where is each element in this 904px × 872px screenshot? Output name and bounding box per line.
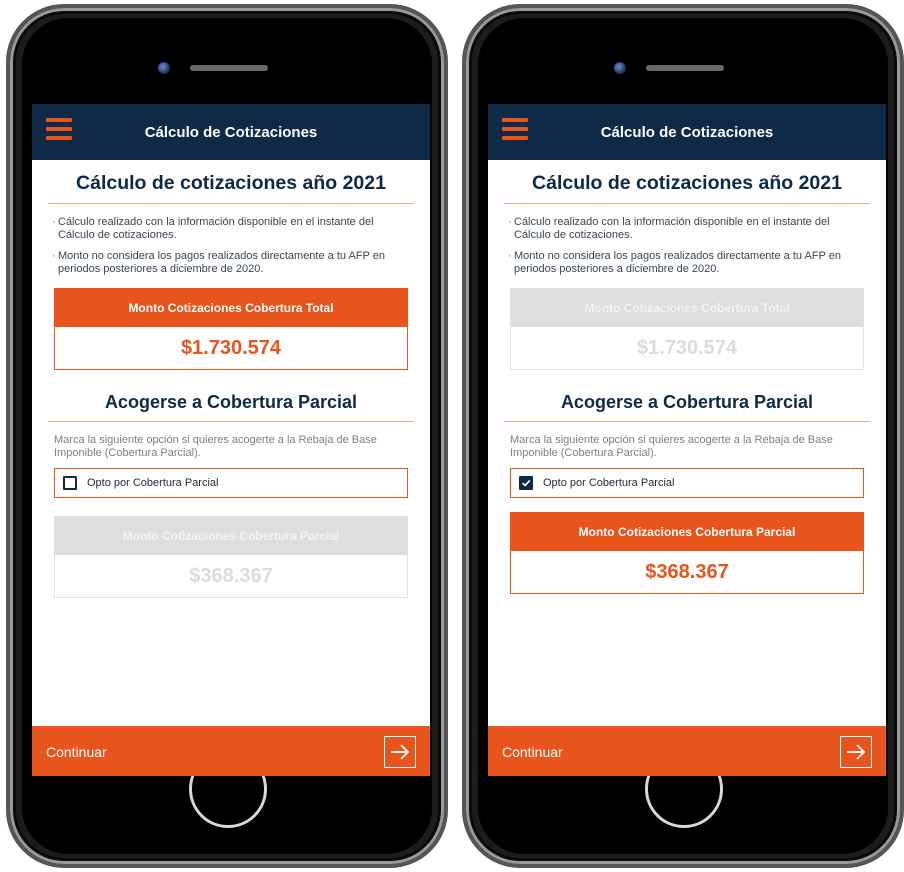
notes-list: · Cálculo realizado con la información di… bbox=[508, 216, 864, 276]
partial-heading: Acogerse a Cobertura Parcial bbox=[48, 370, 414, 422]
partial-coverage-option-label: Opto por Cobertura Parcial bbox=[543, 477, 675, 489]
arrow-right-icon bbox=[391, 744, 410, 760]
note-text: Monto no considera los pagos realizados … bbox=[514, 250, 841, 275]
app-bar: Cálculo de Cotizaciones bbox=[488, 104, 886, 160]
total-amount-value: $1.730.574 bbox=[55, 327, 407, 369]
partial-description: Marca la siguiente opción si quieres aco… bbox=[54, 434, 377, 459]
note-text: Cálculo realizado con la información dis… bbox=[58, 216, 374, 241]
page-title: Cálculo de cotizaciones año 2021 bbox=[48, 160, 414, 204]
speaker-icon bbox=[646, 65, 724, 71]
partial-amount-label: Monto Cotizaciones Cobertura Parcial bbox=[511, 513, 863, 551]
next-arrow-button[interactable] bbox=[840, 736, 872, 768]
page-title: Cálculo de cotizaciones año 2021 bbox=[504, 160, 870, 204]
next-arrow-button[interactable] bbox=[384, 736, 416, 768]
total-amount-box: Monto Cotizaciones Cobertura Total $1.73… bbox=[54, 288, 408, 370]
partial-coverage-checkbox[interactable] bbox=[519, 476, 533, 490]
note-item: · Cálculo realizado con la información di… bbox=[508, 216, 864, 242]
partial-amount-value: $368.367 bbox=[511, 551, 863, 593]
partial-coverage-checkbox[interactable] bbox=[63, 476, 77, 490]
camera-icon bbox=[614, 62, 626, 74]
partial-amount-box: Monto Cotizaciones Cobertura Parcial $36… bbox=[510, 512, 864, 594]
app-screen-left: Cálculo de Cotizaciones Cálculo de cotiz… bbox=[32, 104, 430, 776]
partial-amount-label: Monto Cotizaciones Cobertura Parcial bbox=[55, 517, 407, 555]
main-content: Cálculo de cotizaciones año 2021 · Cálcul… bbox=[488, 160, 886, 594]
bullet-icon: · bbox=[508, 216, 512, 228]
note-item: · Monto no considera los pagos realizados… bbox=[52, 250, 408, 276]
note-text: Cálculo realizado con la información dis… bbox=[514, 216, 830, 241]
speaker-icon bbox=[190, 65, 268, 71]
notes-list: · Cálculo realizado con la información di… bbox=[52, 216, 408, 276]
checkmark-icon bbox=[522, 479, 531, 487]
app-title: Cálculo de Cotizaciones bbox=[144, 124, 318, 141]
partial-coverage-option[interactable]: Opto por Cobertura Parcial bbox=[54, 468, 408, 498]
partial-heading: Acogerse a Cobertura Parcial bbox=[504, 370, 870, 422]
total-amount-box: Monto Cotizaciones Cobertura Total $1.73… bbox=[510, 288, 864, 370]
note-text: Monto no considera los pagos realizados … bbox=[58, 250, 385, 275]
total-amount-label: Monto Cotizaciones Cobertura Total bbox=[55, 289, 407, 327]
bullet-icon: · bbox=[508, 250, 512, 262]
partial-description: Marca la siguiente opción si quieres aco… bbox=[510, 434, 833, 459]
partial-coverage-option-label: Opto por Cobertura Parcial bbox=[87, 477, 219, 489]
app-bar: Cálculo de Cotizaciones bbox=[32, 104, 430, 160]
app-screen-right: Cálculo de Cotizaciones Cálculo de cotiz… bbox=[488, 104, 886, 776]
continue-button[interactable]: Continuar bbox=[46, 726, 107, 776]
bottom-bar: Continuar bbox=[32, 726, 430, 776]
partial-amount-box: Monto Cotizaciones Cobertura Parcial $36… bbox=[54, 516, 408, 598]
partial-coverage-option[interactable]: Opto por Cobertura Parcial bbox=[510, 468, 864, 498]
partial-amount-value: $368.367 bbox=[55, 555, 407, 597]
arrow-right-icon bbox=[847, 744, 866, 760]
total-amount-label: Monto Cotizaciones Cobertura Total bbox=[511, 289, 863, 327]
camera-icon bbox=[158, 62, 170, 74]
note-item: · Cálculo realizado con la información di… bbox=[52, 216, 408, 242]
main-content: Cálculo de cotizaciones año 2021 · Cálcul… bbox=[32, 160, 430, 598]
note-item: · Monto no considera los pagos realizados… bbox=[508, 250, 864, 276]
continue-button[interactable]: Continuar bbox=[502, 726, 563, 776]
total-amount-value: $1.730.574 bbox=[511, 327, 863, 369]
app-title: Cálculo de Cotizaciones bbox=[600, 124, 774, 141]
phone-frame-right: Cálculo de Cotizaciones Cálculo de cotiz… bbox=[462, 4, 904, 868]
bullet-icon: · bbox=[52, 216, 56, 228]
bullet-icon: · bbox=[52, 250, 56, 262]
bottom-bar: Continuar bbox=[488, 726, 886, 776]
phone-frame-left: Cálculo de Cotizaciones Cálculo de cotiz… bbox=[6, 4, 448, 868]
